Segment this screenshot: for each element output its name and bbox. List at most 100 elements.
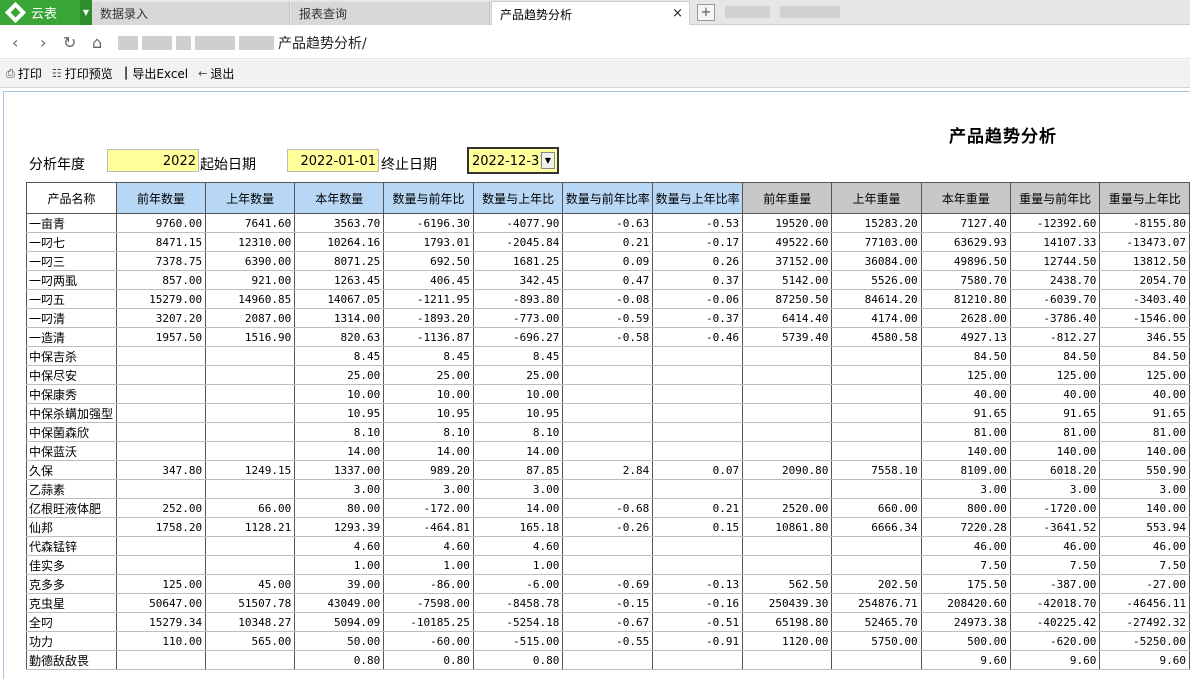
exit-button[interactable]: ← 退出 <box>198 65 234 82</box>
tab-data-entry[interactable]: 数据录入 <box>92 2 290 25</box>
table-row[interactable]: 中保杀螨加强型 10.95 10.95 10.95 91.65 91.65 91.65 <box>25 403 1190 423</box>
column-header[interactable]: 本年数量 <box>294 182 385 214</box>
value-cell: 7378.75 <box>116 251 207 271</box>
url-field[interactable]: 产品趋势分析/ <box>118 33 367 53</box>
product-name-cell: 一叼七 <box>25 232 118 252</box>
table-row[interactable]: 亿根旺液体肥 252.00 66.00 80.00 -172.00 14.00 -0.68 0… <box>25 498 1190 518</box>
tab-report-query[interactable]: 报表查询 <box>291 2 490 25</box>
value-cell <box>742 650 833 670</box>
forward-icon[interactable]: › <box>40 33 46 52</box>
column-header[interactable]: 上年数量 <box>205 182 296 214</box>
value-cell <box>831 422 922 442</box>
new-tab-button[interactable]: + <box>697 4 715 21</box>
value-cell: 14.00 <box>383 441 474 461</box>
value-cell: 7558.10 <box>831 460 922 480</box>
table-row[interactable]: 乙蒜素 3.00 3.00 3.00 3.00 3.00 3.00 <box>25 479 1190 499</box>
table-row[interactable]: 中保吉杀 8.45 8.45 8.45 84.50 84.50 84.50 <box>25 346 1190 366</box>
value-cell: -1720.00 <box>1009 498 1101 518</box>
tab-product-trend[interactable]: 产品趋势分析 × <box>491 1 690 26</box>
value-cell: 84.50 <box>920 346 1011 366</box>
end-date-select[interactable]: 2022-12-31 ▼ <box>467 147 559 174</box>
value-cell <box>831 650 922 670</box>
url-mask <box>176 36 191 50</box>
value-cell: 8.45 <box>383 346 474 366</box>
year-input[interactable]: 2022 <box>107 149 199 172</box>
table-row[interactable]: 克多多 125.00 45.00 39.00 -86.00 -6.00 -0.69 -0.13… <box>25 574 1190 594</box>
column-header[interactable]: 上年重量 <box>831 182 922 214</box>
value-cell: 208420.60 <box>920 593 1011 613</box>
column-header[interactable]: 重量与上年比 <box>1099 182 1190 214</box>
product-name-cell: 全叼 <box>25 612 118 632</box>
app-menu-button[interactable]: 云表 <box>0 0 80 25</box>
column-header[interactable]: 数量与上年比 <box>472 182 564 214</box>
column-header[interactable]: 前年重量 <box>742 182 833 214</box>
column-header[interactable]: 数量与前年比率 <box>562 182 654 214</box>
value-cell: 565.00 <box>205 631 296 651</box>
table-row[interactable]: 一叼两虱 857.00 921.00 1263.45 406.45 342.45 0.47 0… <box>25 270 1190 290</box>
column-header[interactable]: 产品名称 <box>25 182 118 214</box>
product-name-cell: 一叼清 <box>25 308 118 328</box>
column-header[interactable]: 本年重量 <box>920 182 1011 214</box>
value-cell: 51507.78 <box>205 593 296 613</box>
value-cell <box>562 441 654 461</box>
value-cell: 46.00 <box>1099 536 1190 556</box>
refresh-icon[interactable]: ↻ <box>63 33 76 52</box>
table-row[interactable]: 一造清 1957.50 1516.90 820.63 -1136.87 -696.27 -0… <box>25 327 1190 347</box>
value-cell: 3.00 <box>383 479 474 499</box>
value-cell <box>562 479 654 499</box>
table-row[interactable]: 克虫星 50647.00 51507.78 43049.00 -7598.00 -8458… <box>25 593 1190 613</box>
tab-label: 数据录入 <box>100 7 149 21</box>
table-row[interactable]: 中保菌森欣 8.10 8.10 8.10 81.00 81.00 81.00 <box>25 422 1190 442</box>
table-row[interactable]: 久保 347.80 1249.15 1337.00 989.20 87.85 2.84 0.0… <box>25 460 1190 480</box>
value-cell: 562.50 <box>742 574 833 594</box>
table-row[interactable]: 一叼五 15279.00 14960.85 14067.05 -1211.95 -893.… <box>25 289 1190 309</box>
column-header[interactable]: 重量与前年比 <box>1009 182 1101 214</box>
value-cell <box>205 650 296 670</box>
export-excel-button[interactable]: ┃ 导出Excel <box>123 65 188 82</box>
value-cell <box>116 346 207 366</box>
table-row[interactable]: 功力 110.00 565.00 50.00 -60.00 -515.00 -0.55 -0.… <box>25 631 1190 651</box>
table-row[interactable]: 代森锰锌 4.60 4.60 4.60 46.00 46.00 46.00 <box>25 536 1190 556</box>
home-icon[interactable]: ⌂ <box>92 33 102 52</box>
table-row[interactable]: 一叼清 3207.20 2087.00 1314.00 -1893.20 -773.00-… <box>25 308 1190 328</box>
value-cell: 14960.85 <box>205 289 296 309</box>
value-cell <box>652 384 744 404</box>
column-header[interactable]: 数量与前年比 <box>383 182 474 214</box>
back-icon[interactable]: ‹ <box>12 33 18 52</box>
app-dropdown-icon[interactable]: ▼ <box>80 0 92 25</box>
value-cell: 800.00 <box>920 498 1011 518</box>
table-row[interactable]: 一叼三 7378.75 6390.00 8071.25 692.50 1681.25 0.0… <box>25 251 1190 271</box>
value-cell: 125.00 <box>116 574 207 594</box>
table-row[interactable]: 一叼七 8471.15 12310.00 10264.16 1793.01 -2045.8… <box>25 232 1190 252</box>
value-cell: 4.60 <box>472 536 564 556</box>
print-button[interactable]: ⎙ 打印 <box>6 65 42 82</box>
filter-bar: 分析年度 2022 起始日期 2022-01-01 终止日期 2022-12-3… <box>4 147 1190 177</box>
table-row[interactable]: 佳实多 1.00 1.00 1.00 7.50 7.50 7.50 <box>25 555 1190 575</box>
table-row[interactable]: 仙邦 1758.20 1128.21 1293.39 -464.81 165.18 -0.2… <box>25 517 1190 537</box>
close-icon[interactable]: × <box>672 6 683 21</box>
column-header[interactable]: 前年数量 <box>116 182 207 214</box>
value-cell: 14.00 <box>294 441 385 461</box>
value-cell: -42018.70 <box>1009 593 1101 613</box>
value-cell: 921.00 <box>205 270 296 290</box>
value-cell: -773.00 <box>472 308 564 328</box>
value-cell: 692.50 <box>383 251 474 271</box>
table-row[interactable]: 中保康秀 10.00 10.00 10.00 40.00 40.00 40.00 <box>25 384 1190 404</box>
value-cell: -620.00 <box>1009 631 1101 651</box>
print-preview-label: 打印预览 <box>64 67 113 81</box>
table-row[interactable]: 勤德敌敌畏 0.80 0.80 0.80 9.60 9.60 9.60 <box>25 650 1190 670</box>
start-date-input[interactable]: 2022-01-01 <box>287 149 379 172</box>
print-preview-button[interactable]: ☷ 打印预览 <box>52 65 113 82</box>
value-cell: 7127.40 <box>920 213 1011 233</box>
value-cell: -86.00 <box>383 574 474 594</box>
value-cell: 3.00 <box>294 479 385 499</box>
chevron-down-icon[interactable]: ▼ <box>541 152 555 169</box>
url-path: 产品趋势分析/ <box>278 36 367 52</box>
product-name-cell: 克多多 <box>25 574 118 594</box>
table-row[interactable]: 中保蓝沃 14.00 14.00 14.00 140.00 140.00 140.00 <box>25 441 1190 461</box>
table-row[interactable]: 一亩青 9760.00 7641.60 3563.70 -6196.30 -4077.90… <box>25 213 1190 233</box>
column-header[interactable]: 数量与上年比率 <box>652 182 744 214</box>
value-cell: 140.00 <box>920 441 1011 461</box>
table-row[interactable]: 全叼 15279.34 10348.27 5094.09 -10185.25 -5254.… <box>25 612 1190 632</box>
table-row[interactable]: 中保尽安 25.00 25.00 25.00 125.00 125.00 125.00 <box>25 365 1190 385</box>
